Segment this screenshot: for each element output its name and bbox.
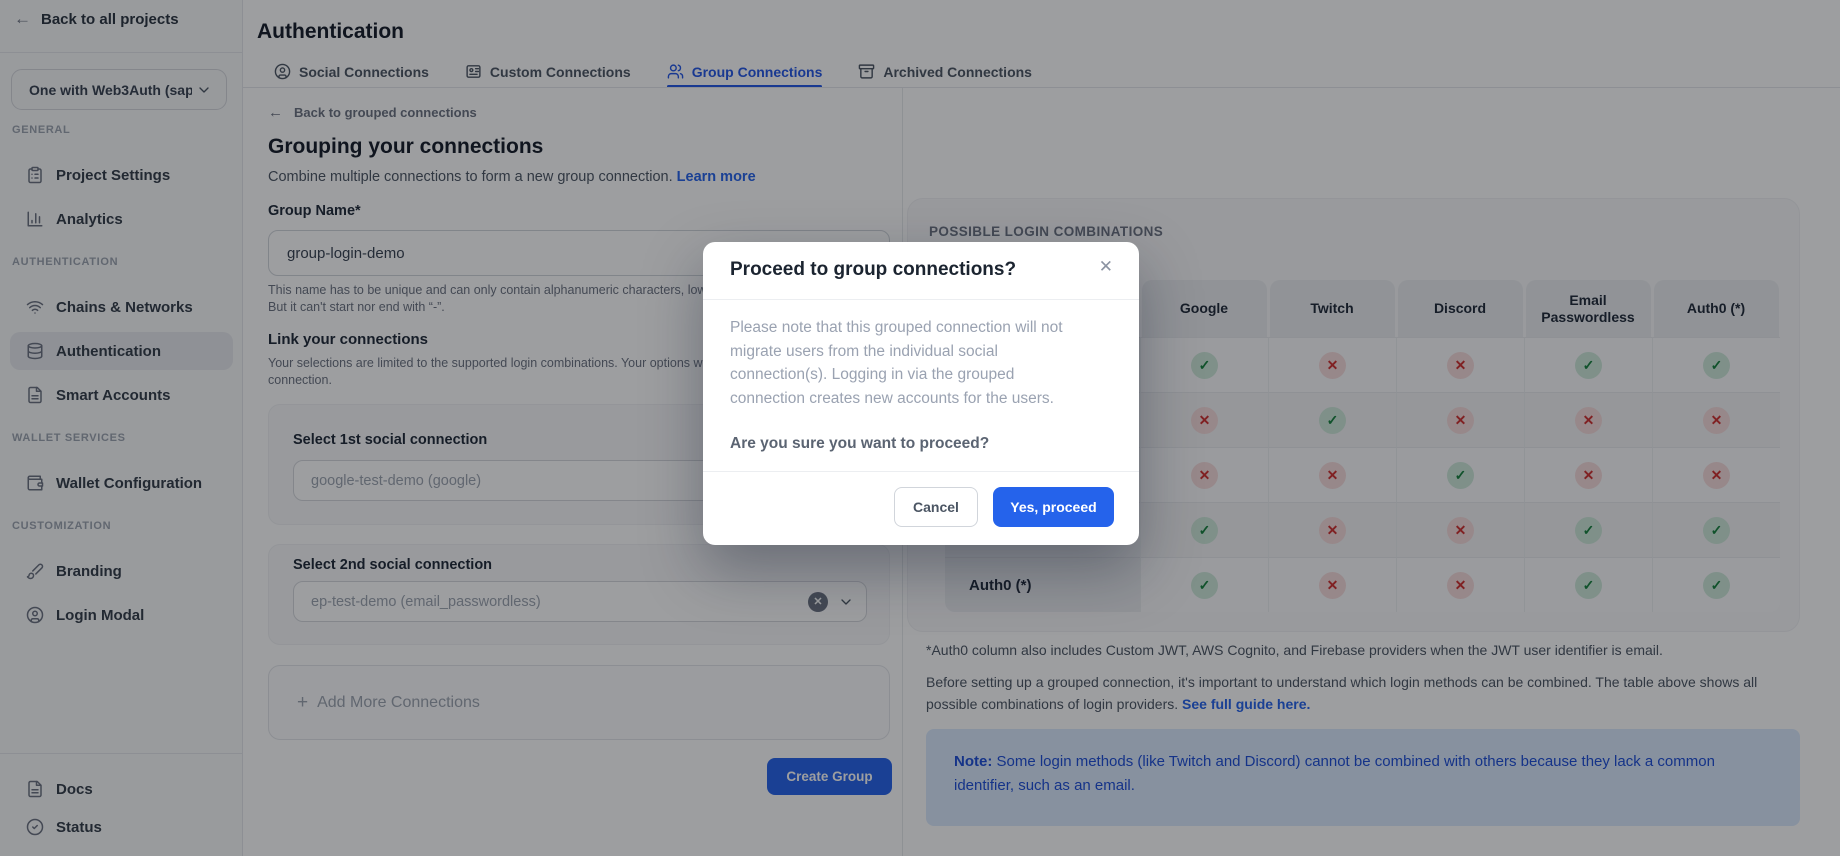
app-root: ← Back to all projects One with Web3Auth… [0,0,1840,856]
close-icon[interactable]: ✕ [1095,253,1117,281]
modal-body-line: Please note that this grouped connection… [730,316,1114,340]
modal-title: Proceed to group connections? [730,259,1016,281]
proceed-modal: Proceed to group connections? ✕ Please n… [703,242,1139,545]
modal-body-line: migrate users from the individual social [730,340,1114,364]
modal-body-line: connection creates new accounts for the … [730,387,1114,411]
yes-proceed-button[interactable]: Yes, proceed [993,487,1114,527]
modal-body-line: connection(s). Logging in via the groupe… [730,363,1114,387]
modal-body-text: Please note that this grouped connection… [730,316,1114,410]
divider [703,299,1139,300]
divider [703,471,1139,472]
cancel-button[interactable]: Cancel [894,487,978,527]
modal-footer: Cancel Yes, proceed [894,487,1114,527]
modal-question: Are you sure you want to proceed? [730,435,989,453]
